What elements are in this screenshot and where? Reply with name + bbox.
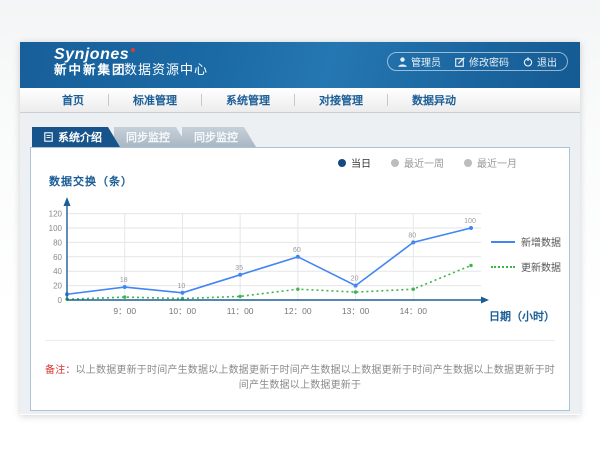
tab-bar: 系统介绍 同步监控 同步监控 bbox=[32, 127, 256, 147]
svg-text:11：00: 11：00 bbox=[227, 306, 254, 316]
radio-label: 当日 bbox=[351, 155, 371, 170]
svg-text:13：00: 13：00 bbox=[342, 306, 370, 316]
blue-line-icon bbox=[491, 241, 515, 243]
app-header: Synjones 新中新集团 数据资源中心 管理员 修改密码 退出 bbox=[20, 42, 580, 88]
radio-unselected-icon bbox=[464, 159, 472, 167]
note-text: 以上数据更新于时间产生数据以上数据更新于时间产生数据以上数据更新于时间产生数据以… bbox=[76, 365, 555, 391]
svg-text:120: 120 bbox=[49, 210, 63, 219]
logout-button[interactable]: 退出 bbox=[523, 54, 557, 69]
nav-item-system-mgmt[interactable]: 系统管理 bbox=[202, 92, 294, 108]
svg-text:40: 40 bbox=[53, 267, 62, 276]
svg-text:10：00: 10：00 bbox=[169, 306, 197, 316]
page-title: 数据资源中心 bbox=[124, 59, 208, 78]
admin-user-label: 管理员 bbox=[411, 54, 441, 69]
radio-unselected-icon bbox=[391, 159, 399, 167]
x-axis-title: 日期（小时） bbox=[489, 308, 555, 324]
legend-label: 更新数据 bbox=[521, 259, 561, 274]
chart-panel: 当日 最近一周 最近一月 数据交换（条） 0 20 40 60 80 100 120 9：00… bbox=[30, 147, 570, 411]
radio-last-month[interactable]: 最近一月 bbox=[464, 155, 517, 170]
svg-text:80: 80 bbox=[53, 238, 62, 247]
legend-item-new-data: 新增数据 bbox=[491, 234, 561, 249]
legend-item-updated-data: 更新数据 bbox=[491, 259, 561, 274]
radio-selected-icon bbox=[338, 159, 346, 167]
svg-text:60: 60 bbox=[293, 247, 301, 254]
nav-item-home[interactable]: 首页 bbox=[38, 92, 108, 108]
admin-user-button[interactable]: 管理员 bbox=[398, 54, 441, 69]
tab-label: 同步监控 bbox=[126, 129, 170, 145]
time-range-filter: 当日 最近一周 最近一月 bbox=[338, 155, 517, 170]
registered-mark-icon bbox=[131, 48, 135, 52]
tab-label: 系统介绍 bbox=[58, 129, 102, 145]
green-dotted-line-icon bbox=[491, 266, 515, 268]
svg-text:20: 20 bbox=[351, 276, 359, 283]
svg-text:35: 35 bbox=[235, 265, 243, 272]
note-label: 备注： bbox=[45, 365, 76, 376]
tab-system-intro[interactable]: 系统介绍 bbox=[32, 127, 120, 147]
document-icon bbox=[44, 132, 53, 142]
legend-label: 新增数据 bbox=[521, 234, 561, 249]
tab-label: 同步监控 bbox=[194, 129, 238, 145]
app-window: Synjones 新中新集团 数据资源中心 管理员 修改密码 退出 首页 标准管… bbox=[20, 42, 580, 415]
nav-item-standard-mgmt[interactable]: 标准管理 bbox=[109, 92, 201, 108]
svg-text:100: 100 bbox=[464, 218, 476, 225]
radio-label: 最近一周 bbox=[404, 155, 444, 170]
svg-text:20: 20 bbox=[53, 282, 62, 291]
svg-text:80: 80 bbox=[408, 232, 416, 239]
line-chart: 0 20 40 60 80 100 120 9：00 10：00 11：00 12：00 13：00 1… bbox=[41, 190, 499, 330]
main-nav: 首页 标准管理 系统管理 对接管理 数据异动 bbox=[20, 88, 580, 113]
svg-text:12：00: 12：00 bbox=[284, 306, 312, 316]
svg-text:18: 18 bbox=[120, 277, 128, 284]
edit-icon bbox=[455, 57, 465, 67]
radio-last-week[interactable]: 最近一周 bbox=[391, 155, 444, 170]
nav-item-data-change[interactable]: 数据异动 bbox=[388, 92, 480, 108]
svg-text:60: 60 bbox=[53, 253, 62, 262]
change-password-label: 修改密码 bbox=[469, 54, 509, 69]
svg-text:10: 10 bbox=[178, 283, 186, 290]
svg-text:9：00: 9：00 bbox=[113, 306, 136, 316]
svg-text:100: 100 bbox=[49, 224, 63, 233]
logout-label: 退出 bbox=[537, 54, 557, 69]
tab-sync-monitor-1[interactable]: 同步监控 bbox=[114, 127, 188, 147]
power-icon bbox=[523, 57, 533, 67]
chart-legend: 新增数据 更新数据 bbox=[491, 234, 561, 274]
chart-wrap: 0 20 40 60 80 100 120 9：00 10：00 11：00 12：00 13：00 1… bbox=[41, 190, 499, 335]
brand-logo-sub: 新中新集团 bbox=[54, 64, 135, 77]
tab-sync-monitor-2[interactable]: 同步监控 bbox=[182, 127, 256, 147]
nav-item-interface-mgmt[interactable]: 对接管理 bbox=[295, 92, 387, 108]
user-icon bbox=[398, 57, 407, 67]
svg-text:0: 0 bbox=[58, 296, 63, 305]
user-bar: 管理员 修改密码 退出 bbox=[387, 52, 568, 71]
content-area: 系统介绍 同步监控 同步监控 当日 最近一周 bbox=[20, 113, 580, 414]
footer-note: 备注：以上数据更新于时间产生数据以上数据更新于时间产生数据以上数据更新于时间产生… bbox=[45, 340, 555, 391]
radio-today[interactable]: 当日 bbox=[338, 155, 371, 170]
change-password-button[interactable]: 修改密码 bbox=[455, 54, 509, 69]
y-axis-title: 数据交换（条） bbox=[49, 173, 133, 189]
radio-label: 最近一月 bbox=[477, 155, 517, 170]
brand-logo: Synjones 新中新集团 bbox=[54, 47, 135, 77]
svg-text:14：00: 14：00 bbox=[400, 306, 428, 316]
brand-logo-text: Synjones bbox=[54, 46, 129, 63]
